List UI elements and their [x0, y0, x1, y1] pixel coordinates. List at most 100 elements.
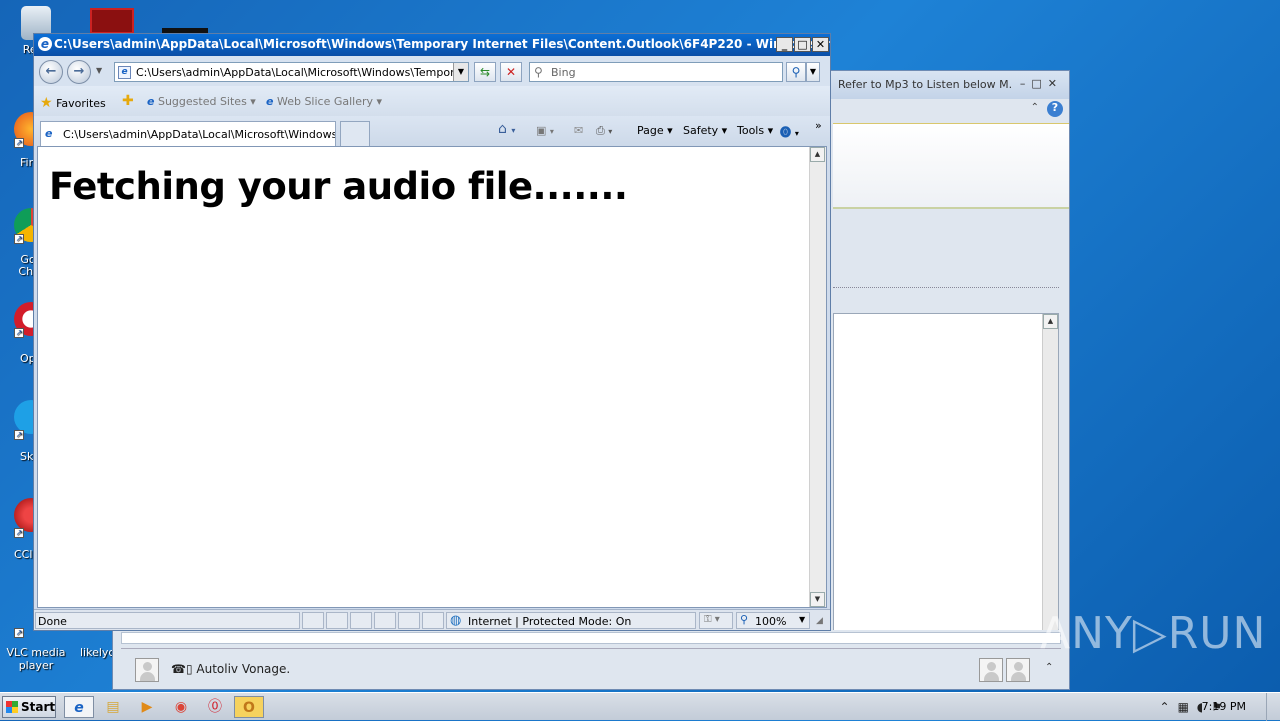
- new-tab-button[interactable]: [340, 121, 370, 146]
- back-button[interactable]: ←: [39, 60, 63, 84]
- toolbar-overflow-icon[interactable]: »: [815, 119, 822, 132]
- outlook-ribbon: [833, 123, 1069, 209]
- header-divider: [833, 287, 1059, 288]
- zoom-icon: ⚲: [740, 613, 749, 626]
- web-slice-gallery-link[interactable]: e Web Slice Gallery ▾: [266, 95, 382, 108]
- favorites-button[interactable]: ★ Favorites: [40, 95, 106, 111]
- web-slice-gallery-label: Web Slice Gallery: [276, 95, 374, 108]
- zoom-level: 100%: [755, 615, 787, 628]
- minimize-button[interactable]: _: [776, 37, 793, 52]
- status-cell: [422, 612, 444, 629]
- refresh-button[interactable]: ⇆: [474, 62, 496, 82]
- ribbon-collapse-icon[interactable]: ⌃: [1031, 102, 1039, 113]
- address-bar[interactable]: e C:\Users\admin\AppData\Local\Microsoft…: [114, 62, 469, 82]
- zoom-button[interactable]: ⚲ 100% ▼: [736, 612, 810, 629]
- stop-button[interactable]: ✕: [500, 62, 522, 82]
- ie-title-bar[interactable]: e C:\Users\admin\AppData\Local\Microsoft…: [34, 34, 830, 56]
- tab-current-page[interactable]: e C:\Users\admin\AppData\Local\Microsoft…: [40, 121, 336, 146]
- contact-avatar-icon[interactable]: [1006, 658, 1030, 682]
- safety-menu-label: Safety: [683, 124, 719, 137]
- outlook-people-pane: ☎▯ Autoliv Vonage. ⌃: [112, 630, 1070, 690]
- read-mail-icon[interactable]: ✉: [574, 124, 583, 137]
- globe-icon: ◍: [450, 613, 462, 628]
- outlook-message-window[interactable]: Refer to Mp3 to Listen below M. –□✕ ⌃ ? …: [812, 70, 1070, 690]
- home-button[interactable]: ⌂ ▾: [498, 121, 515, 137]
- page-content[interactable]: Fetching your audio file....... ▲ ▼: [37, 146, 827, 608]
- windows-logo-icon: [6, 701, 18, 713]
- show-hidden-icons-icon[interactable]: ⌃: [1160, 700, 1178, 714]
- address-text: C:\Users\admin\AppData\Local\Microsoft\W…: [136, 66, 469, 79]
- ie-logo-icon: e: [38, 37, 52, 51]
- close-button[interactable]: ✕: [812, 37, 829, 52]
- ie-page-icon: e: [266, 95, 274, 108]
- scroll-down-arrow-icon[interactable]: ▼: [810, 592, 825, 607]
- protected-mode-button[interactable]: ⚿ ▾: [699, 612, 733, 629]
- taskbar-outlook-button[interactable]: O: [234, 696, 264, 718]
- shortcut-arrow-icon: ↗: [14, 528, 24, 538]
- acrobat-icon[interactable]: [90, 8, 134, 34]
- security-zone[interactable]: ◍ Internet | Protected Mode: On: [446, 612, 696, 629]
- contact-avatar-icon[interactable]: [135, 658, 159, 682]
- shortcut-arrow-icon: ↗: [14, 328, 24, 338]
- ie-page-icon: e: [147, 95, 155, 108]
- search-placeholder: Bing: [551, 66, 576, 79]
- ie-page-icon: e: [45, 127, 53, 140]
- page-menu-label: Page: [637, 124, 664, 137]
- outlook-message-body[interactable]: ▲: [833, 313, 1059, 643]
- search-button[interactable]: ⚲: [786, 62, 806, 82]
- zoom-dropdown-icon: ▼: [799, 615, 806, 624]
- favorites-star-icon: ★: [40, 95, 53, 111]
- tab-title: C:\Users\admin\AppData\Local\Microsoft\W…: [63, 128, 336, 141]
- suggested-sites-link[interactable]: e Suggested Sites ▾: [147, 95, 256, 108]
- network-icon[interactable]: ▦: [1178, 700, 1197, 714]
- favorites-label: Favorites: [56, 97, 106, 110]
- start-label: Start: [21, 700, 56, 714]
- system-clock[interactable]: 7:19 PM: [1202, 700, 1246, 713]
- ie-window-title: C:\Users\admin\AppData\Local\Microsoft\W…: [54, 37, 830, 51]
- print-button[interactable]: ⎙ ▾: [596, 124, 612, 138]
- search-input[interactable]: ⚲ Bing: [529, 62, 783, 82]
- help-menu-icon[interactable]: ⓿ ▾: [780, 124, 799, 140]
- taskbar-opera-button[interactable]: ⓪: [200, 696, 230, 718]
- resize-grip-icon[interactable]: ◢: [816, 616, 823, 626]
- outlook-scrollbar[interactable]: ▲: [1042, 314, 1058, 642]
- safety-menu[interactable]: Safety ▾: [683, 124, 727, 137]
- page-menu[interactable]: Page ▾: [637, 124, 673, 137]
- status-cell: [374, 612, 396, 629]
- add-to-favorites-icon[interactable]: ✚: [122, 93, 134, 109]
- page-icon: e: [118, 66, 131, 79]
- anyrun-watermark: ANY▷RUN: [1040, 608, 1267, 659]
- outlook-window-controls[interactable]: –□✕: [1020, 77, 1063, 90]
- page-scrollbar[interactable]: ▲ ▼: [809, 147, 826, 607]
- taskbar-chrome-button[interactable]: ◉: [166, 696, 196, 718]
- feeds-button[interactable]: ▣ ▾: [536, 124, 554, 137]
- start-button[interactable]: Start: [2, 696, 56, 718]
- desktop-icon-label: CCl: [14, 548, 33, 561]
- contact-name: Autoliv Vonage.: [196, 662, 291, 676]
- show-desktop-button[interactable]: [1266, 693, 1280, 721]
- outlook-bottom-field: [121, 632, 1061, 644]
- status-text: Done: [38, 615, 67, 628]
- recent-pages-dropdown-icon[interactable]: ▼: [96, 66, 102, 75]
- suggested-sites-label: Suggested Sites: [157, 95, 247, 108]
- help-icon[interactable]: ?: [1047, 101, 1063, 117]
- taskbar-media-player-button[interactable]: ▶: [132, 696, 162, 718]
- ie-browser-window[interactable]: e C:\Users\admin\AppData\Local\Microsoft…: [33, 33, 831, 631]
- taskbar: Start e ▤ ▶ ◉ ⓪ O ⌃▦◖⚑ 7:19 PM: [0, 692, 1280, 721]
- shortcut-arrow-icon: ↗: [14, 430, 24, 440]
- address-dropdown-button[interactable]: ▼: [453, 63, 468, 81]
- taskbar-ie-button[interactable]: e: [64, 696, 94, 718]
- shortcut-arrow-icon: ↗: [14, 234, 24, 244]
- people-pane-contact[interactable]: ☎▯ Autoliv Vonage.: [171, 662, 290, 676]
- scroll-up-arrow-icon[interactable]: ▲: [1043, 314, 1058, 329]
- forward-button[interactable]: →: [67, 60, 91, 84]
- page-heading: Fetching your audio file.......: [49, 165, 628, 208]
- search-options-button[interactable]: ▼: [806, 62, 820, 82]
- expand-pane-icon[interactable]: ⌃: [1045, 662, 1053, 673]
- maximize-button[interactable]: □: [794, 37, 811, 52]
- scroll-up-arrow-icon[interactable]: ▲: [810, 147, 825, 162]
- taskbar-explorer-button[interactable]: ▤: [98, 696, 128, 718]
- favorites-bar: ★ Favorites ✚ e Suggested Sites ▾ e Web …: [34, 86, 830, 116]
- contact-avatar-icon[interactable]: [979, 658, 1003, 682]
- tools-menu[interactable]: Tools ▾: [737, 124, 773, 137]
